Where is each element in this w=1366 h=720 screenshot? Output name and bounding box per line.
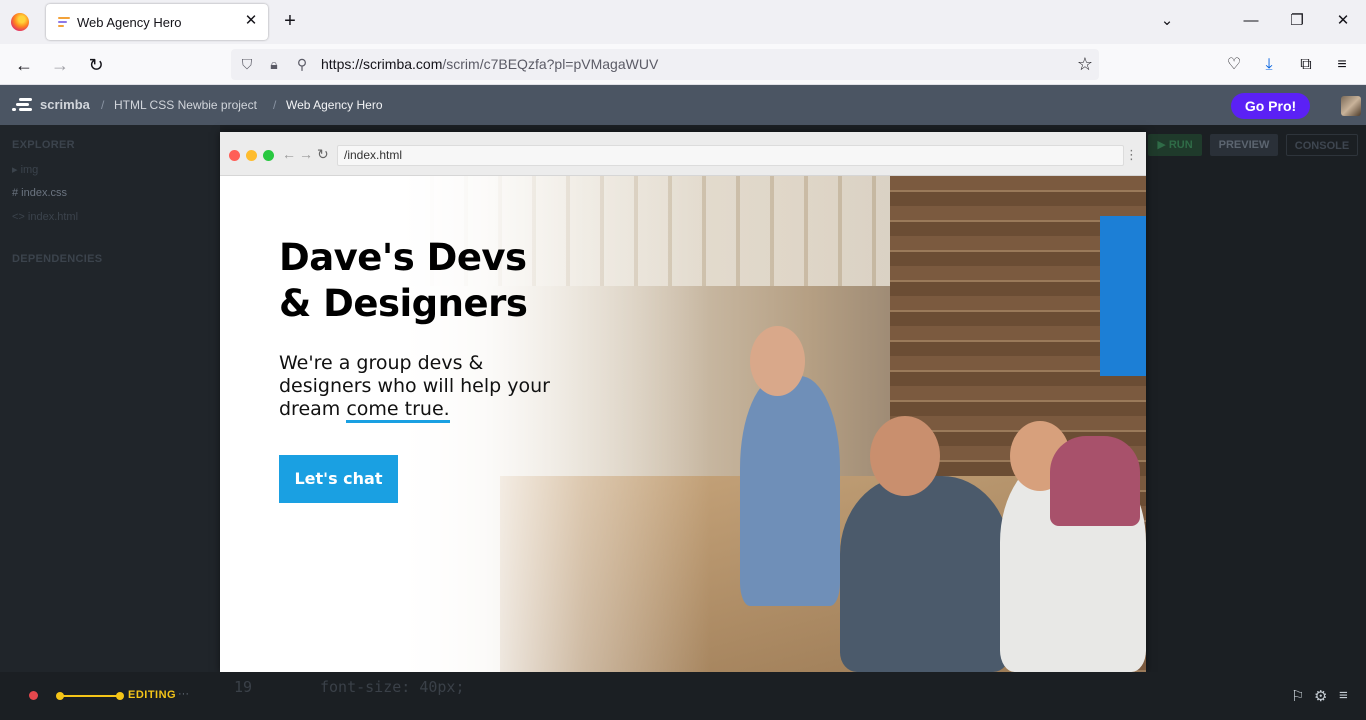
photo-banner: [1100, 216, 1146, 376]
new-tab-button[interactable]: +: [280, 11, 300, 31]
bookmark-icon[interactable]: ⚐: [1291, 687, 1304, 705]
forward-icon[interactable]: →: [48, 53, 72, 77]
explorer-heading: EXPLORER: [12, 139, 75, 151]
tab-strip: Web Agency Hero ✕ + ⌄ — ❐ ✕: [0, 0, 1366, 44]
shield-icon[interactable]: ⛉: [238, 55, 256, 73]
url-path: /scrim/c7BEQzfa?pl=pVMagaWUV: [442, 56, 659, 72]
download-icon[interactable]: ⤓: [1258, 54, 1280, 76]
hero-title: Dave's Devs & Designers: [279, 235, 528, 327]
hero-title-line: Dave's Devs: [279, 236, 527, 279]
preview-menu-icon[interactable]: ⋮: [1125, 147, 1138, 163]
preview-reload-icon[interactable]: ↻: [317, 146, 329, 163]
breadcrumb-separator: /: [273, 98, 277, 112]
close-dot-icon[interactable]: [229, 150, 240, 161]
tab-title: Web Agency Hero: [77, 15, 182, 30]
reload-icon[interactable]: ↻: [84, 53, 108, 77]
lets-chat-button[interactable]: Let's chat: [279, 455, 398, 503]
folder-img[interactable]: ▸ img: [12, 163, 38, 176]
menu-icon[interactable]: ≡: [1331, 54, 1353, 76]
preview-window: ← → ↻ /index.html ⋮ Dave's Devs & Design…: [220, 132, 1146, 672]
photo-person: [1050, 436, 1140, 526]
tab-list-icon[interactable]: ⌄: [1156, 10, 1178, 32]
preview-url-field[interactable]: /index.html: [337, 145, 1124, 166]
bottom-bar: EDITING ··· 19 font-size: 40px; ⚐ ⚙ ≡: [0, 672, 1366, 720]
url-host: https://scrimba.com: [321, 56, 443, 72]
console-button[interactable]: CONSOLE: [1286, 134, 1358, 156]
code-line-text: font-size: 40px;: [320, 678, 465, 696]
dependencies-heading: DEPENDENCIES: [12, 253, 103, 265]
maximize-dot-icon[interactable]: [263, 150, 274, 161]
navigation-bar: ← → ↻ ⛉ 🔒︎ ⚲ https://scrimba.com/scrim/c…: [0, 44, 1366, 85]
run-button[interactable]: ▶ RUN: [1148, 134, 1202, 156]
scrimba-brand[interactable]: scrimba: [40, 97, 90, 112]
timeline-bar[interactable]: [60, 695, 120, 697]
file-explorer: EXPLORER ▸ img # index.css <> index.html…: [0, 125, 220, 672]
minimize-icon[interactable]: —: [1240, 10, 1262, 32]
url-text[interactable]: https://scrimba.com/scrim/c7BEQzfa?pl=pV…: [321, 56, 658, 72]
preview-button[interactable]: PREVIEW: [1210, 134, 1278, 156]
more-dots[interactable]: ···: [178, 688, 189, 700]
restore-icon[interactable]: ❐: [1286, 10, 1308, 32]
file-index-css[interactable]: # index.css: [12, 187, 67, 199]
timeline-end-dot[interactable]: [116, 692, 124, 700]
pocket-icon[interactable]: ♡: [1223, 54, 1245, 76]
browser-tab[interactable]: Web Agency Hero ✕: [46, 4, 268, 40]
scrimba-logo-icon[interactable]: [12, 98, 32, 112]
preview-toolbar: ← → ↻ /index.html ⋮: [220, 132, 1146, 176]
extensions-icon[interactable]: ⧉: [1295, 54, 1317, 76]
go-pro-button[interactable]: Go Pro!: [1231, 93, 1310, 119]
scrimba-favicon-icon: [58, 17, 70, 27]
avatar[interactable]: [1341, 96, 1361, 116]
editor-panel: [1146, 125, 1366, 672]
lock-icon[interactable]: 🔒︎: [265, 55, 283, 73]
editing-status: EDITING: [128, 689, 177, 701]
breadcrumb-course[interactable]: HTML CSS Newbie project: [114, 98, 257, 112]
minimize-dot-icon[interactable]: [246, 150, 257, 161]
star-icon[interactable]: ☆: [1077, 54, 1093, 75]
close-tab-icon[interactable]: ✕: [242, 12, 260, 30]
firefox-icon[interactable]: [11, 13, 29, 31]
code-line-number: 19: [234, 678, 253, 696]
preview-back-icon[interactable]: ←: [282, 146, 296, 162]
permissions-icon[interactable]: ⚲: [293, 55, 311, 73]
address-bar[interactable]: ⛉ 🔒︎ ⚲ https://scrimba.com/scrim/c7BEQzf…: [231, 49, 1099, 80]
hero-section: Dave's Devs & Designers We're a group de…: [220, 176, 1146, 672]
hamburger-menu-icon[interactable]: ≡: [1339, 687, 1348, 704]
hero-subtitle-highlight: come true.: [346, 398, 450, 423]
scrimba-header: scrimba / HTML CSS Newbie project / Web …: [0, 85, 1366, 125]
close-window-icon[interactable]: ✕: [1332, 10, 1354, 32]
breadcrumb-separator: /: [101, 98, 105, 112]
hero-title-line: & Designers: [279, 282, 528, 325]
file-index-html[interactable]: <> index.html: [12, 211, 78, 223]
settings-icon[interactable]: ⚙: [1314, 687, 1327, 705]
record-icon[interactable]: [29, 691, 38, 700]
breadcrumb-lesson[interactable]: Web Agency Hero: [286, 98, 383, 112]
hero-subtitle: We're a group devs & designers who will …: [279, 352, 569, 423]
preview-forward-icon[interactable]: →: [299, 146, 313, 162]
back-icon[interactable]: ←: [12, 53, 36, 77]
